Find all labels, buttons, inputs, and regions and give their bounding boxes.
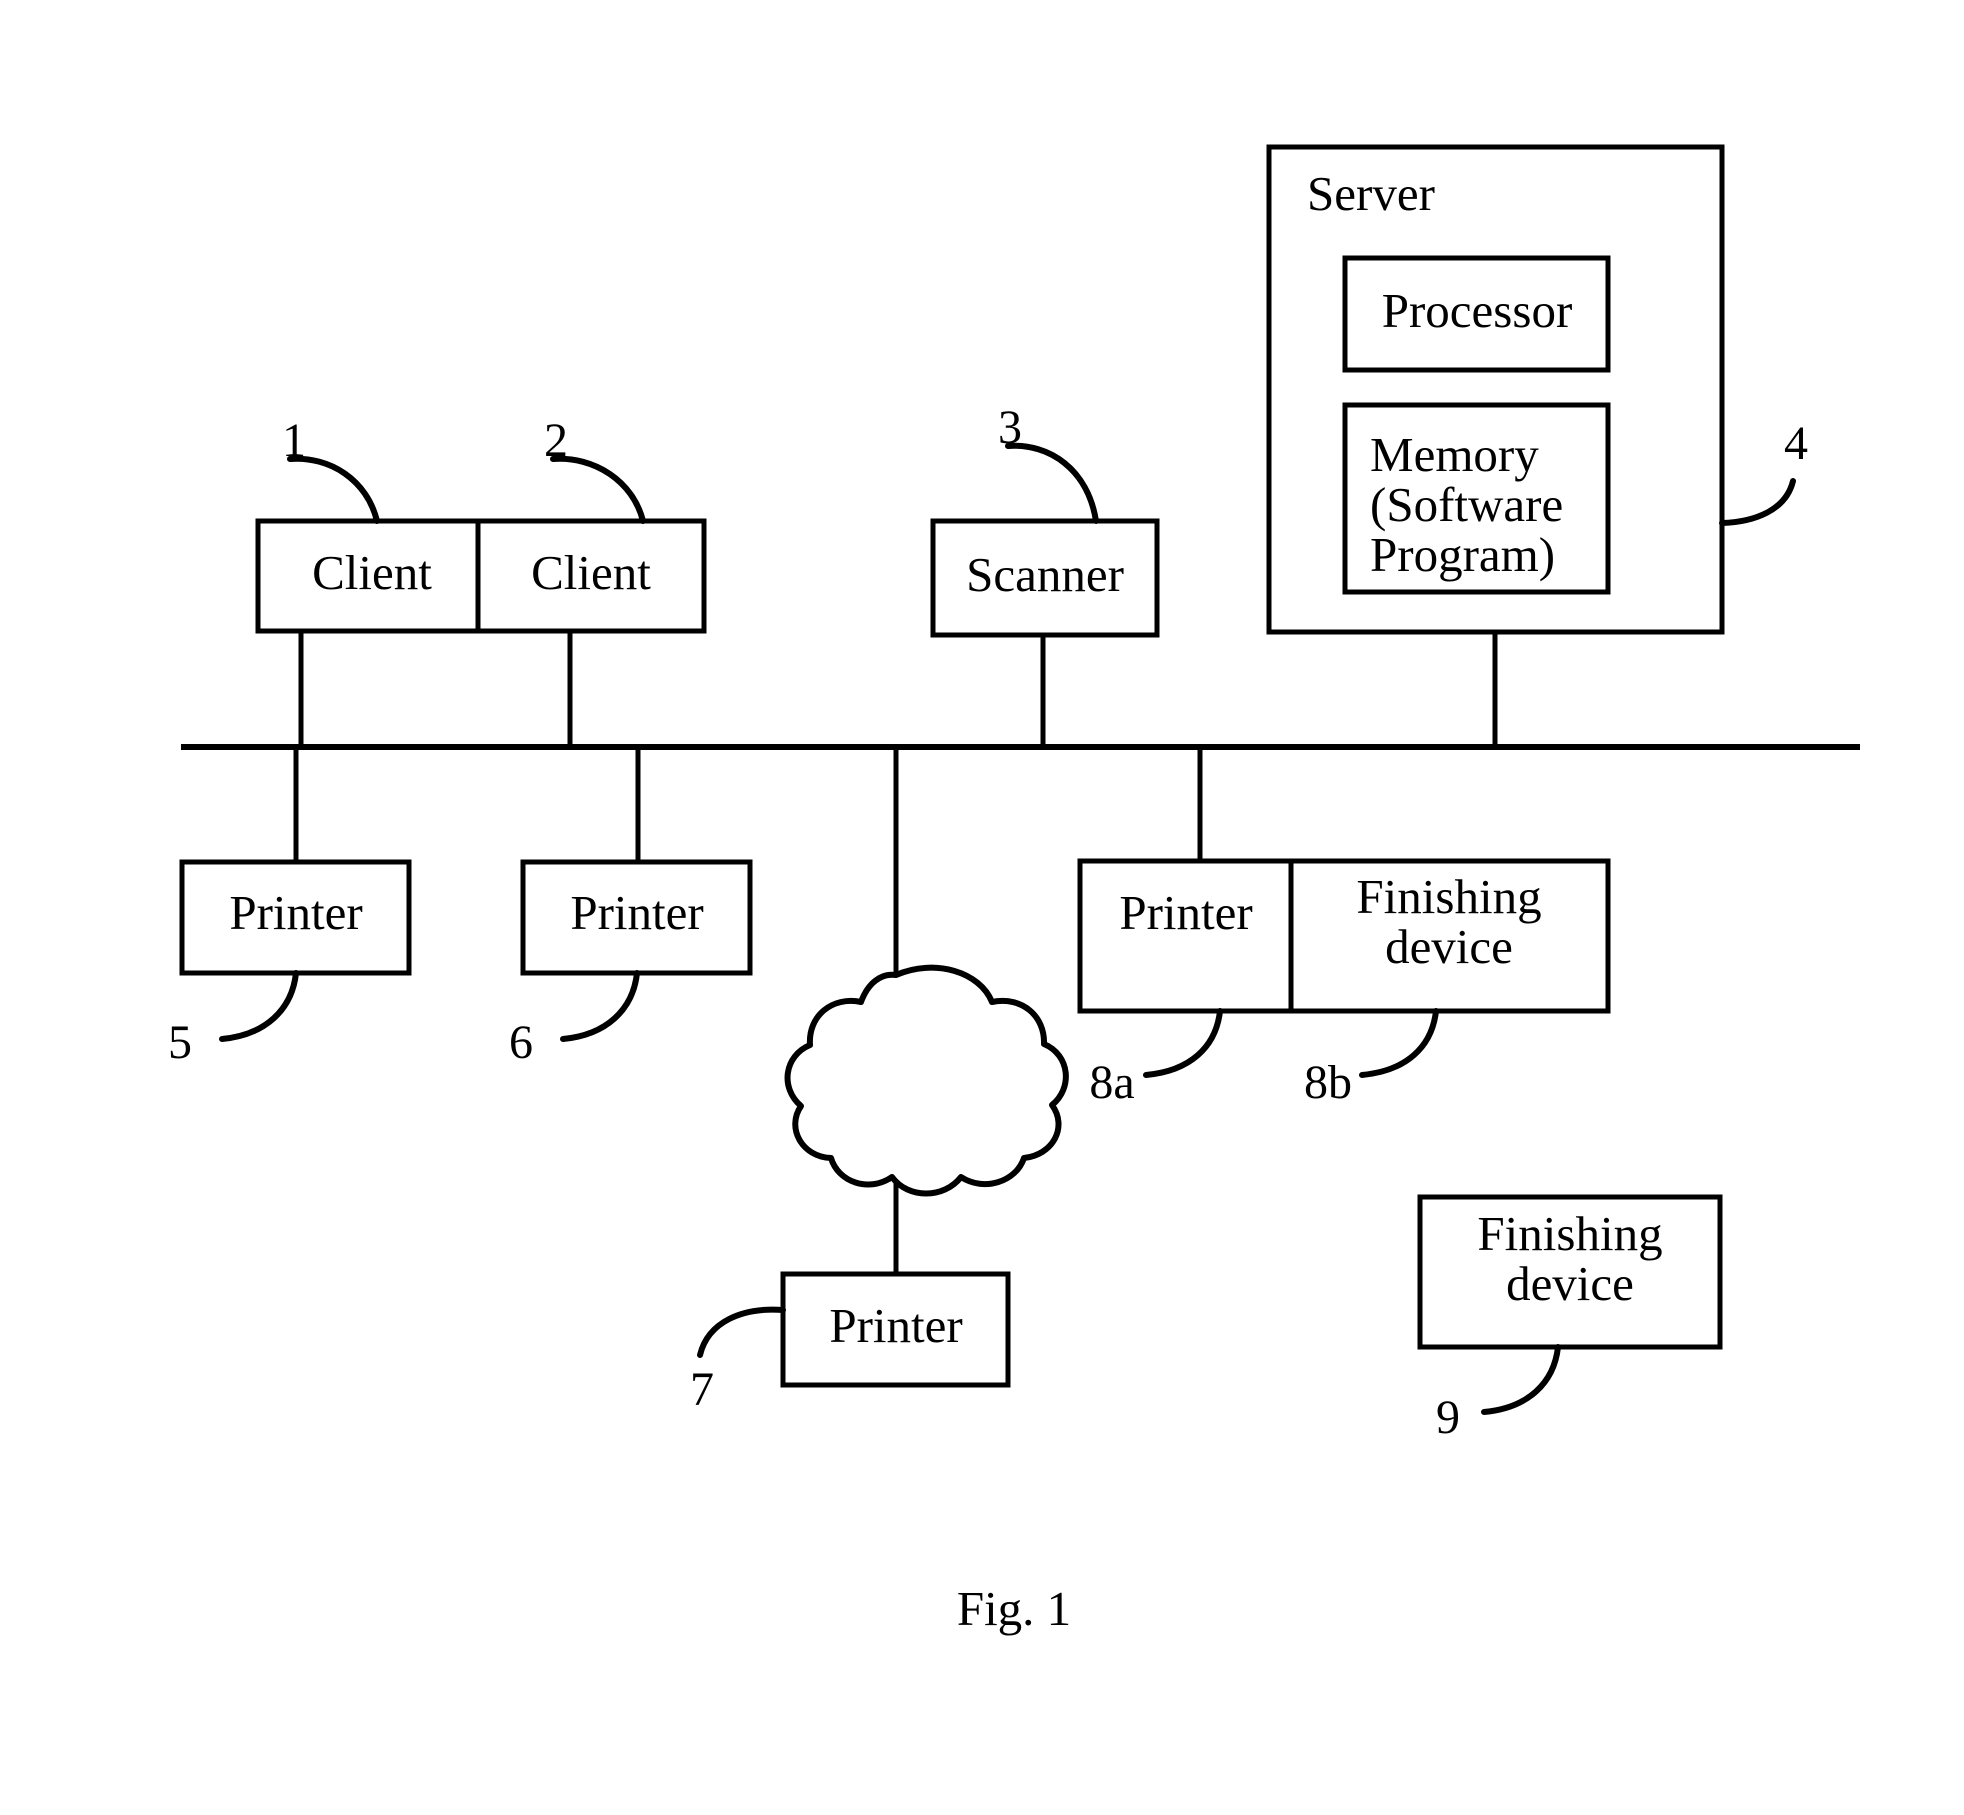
lead-line-4 — [1719, 478, 1796, 526]
server-label: Server — [1307, 166, 1435, 221]
lead-line-1 — [287, 455, 380, 524]
ref-number-9: 9 — [1436, 1391, 1460, 1444]
finishing-9-label-line-2: device — [1506, 1256, 1634, 1311]
scanner-label: Scanner — [966, 547, 1124, 602]
lead-line-8a — [1143, 1008, 1223, 1078]
printer-6-label: Printer — [570, 885, 703, 940]
ref-number-6: 6 — [509, 1016, 533, 1069]
client-2-label: Client — [531, 545, 651, 600]
memory-label-line-1: Memory — [1370, 427, 1539, 482]
ref-number-8a: 8a — [1089, 1056, 1134, 1109]
lead-line-7 — [697, 1306, 786, 1358]
memory-label-line-3: Program) — [1370, 527, 1555, 582]
printer-5-label: Printer — [229, 885, 362, 940]
finishing-9-label-line-1: Finishing — [1477, 1206, 1662, 1261]
lead-line-5 — [219, 970, 299, 1042]
ref-number-2: 2 — [544, 414, 568, 467]
ref-number-3: 3 — [998, 401, 1022, 454]
network-diagram-svg: Client 1 Client 2 Scanner 3 Server Proce… — [168, 144, 1860, 1636]
ref-number-5: 5 — [168, 1016, 192, 1069]
printer-8a-label: Printer — [1119, 885, 1252, 940]
figure-canvas: Client 1 Client 2 Scanner 3 Server Proce… — [0, 0, 1964, 1815]
network-cloud-icon — [784, 964, 1069, 1197]
lead-line-6 — [560, 970, 640, 1042]
figure-caption: Fig. 1 — [957, 1581, 1071, 1636]
ref-number-1: 1 — [282, 414, 306, 467]
memory-label-line-2: (Software — [1370, 477, 1563, 532]
lead-line-3 — [1005, 442, 1099, 524]
lead-line-8b — [1359, 1008, 1439, 1078]
printer-7-label: Printer — [829, 1298, 962, 1353]
finishing-8b-label-line-2: device — [1385, 919, 1513, 974]
lead-line-9 — [1481, 1344, 1561, 1415]
ref-number-8b: 8b — [1304, 1056, 1352, 1109]
client-1-label: Client — [312, 545, 432, 600]
ref-number-4: 4 — [1784, 417, 1808, 470]
finishing-8b-label-line-1: Finishing — [1356, 869, 1541, 924]
lead-line-2 — [550, 455, 646, 524]
processor-label: Processor — [1382, 283, 1573, 338]
ref-number-7: 7 — [690, 1363, 714, 1416]
